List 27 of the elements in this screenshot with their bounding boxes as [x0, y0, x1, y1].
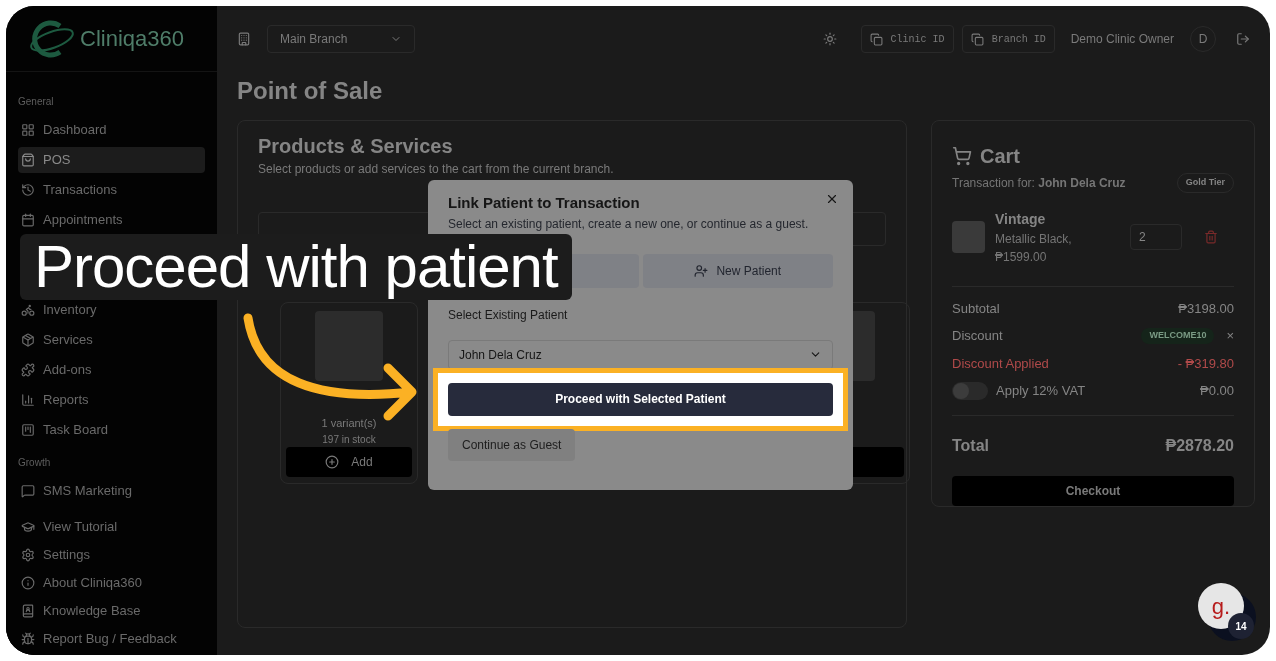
discount-label: Discount [952, 327, 1003, 345]
vat-value: ₱0.00 [1200, 382, 1234, 400]
subtotal-value: ₱3198.00 [1178, 299, 1234, 318]
vat-label: Apply 12% VAT [996, 382, 1087, 400]
stock-count: 197 in stock [322, 432, 376, 447]
discount-applied-label: Discount Applied [952, 354, 1049, 373]
variant-count: 1 variant(s) [321, 416, 377, 431]
discount-code: WELCOME10 [1141, 328, 1215, 344]
subtotal-label: Subtotal [952, 299, 1000, 318]
total-label: Total [952, 435, 990, 456]
step-caption-tooltip: Proceed with patient [20, 234, 572, 300]
item-detail: Metallic Black, ₱1599.00 [995, 230, 1073, 266]
field-label: Select Existing Patient [448, 306, 569, 324]
dialog-description: Select an existing patient, create a new one, or continue as a guest. [448, 216, 810, 232]
logo-text: Cliniqa360 [80, 25, 184, 53]
section-title: Products & Services [258, 134, 454, 159]
discount-applied-value: - ₱319.80 [1177, 354, 1234, 373]
user-name: Demo Clinic Owner [1070, 31, 1174, 48]
section-label: General [17, 95, 55, 109]
dialog-title: Link Patient to Transaction [448, 193, 640, 213]
page-title: Point of Sale [237, 76, 384, 106]
item-name: Vintage [995, 209, 1047, 229]
total-value: ₱2878.20 [1165, 435, 1234, 456]
section-subtitle: Select products or add services to the cart from the current branch. [258, 162, 615, 176]
transaction-for: Transaction for: John Dela Cruz [952, 174, 1126, 192]
cart-title: Cart [980, 144, 1020, 169]
section-label: Growth [17, 456, 52, 470]
